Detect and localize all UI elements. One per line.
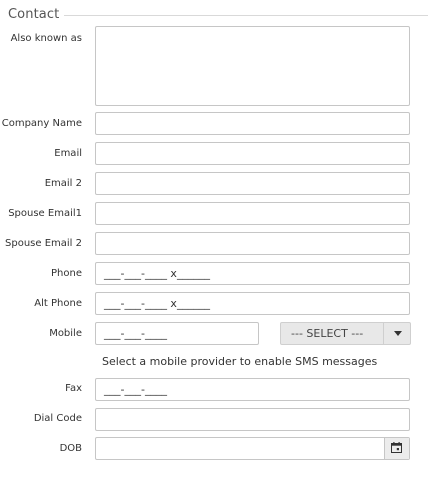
email-label: Email [54,148,82,159]
spouse-email2-input[interactable] [95,232,410,255]
spouse-email1-input[interactable] [95,202,410,225]
mobile-mask: ___-___-____ [104,327,167,340]
email-input[interactable] [95,142,410,165]
alt-phone-input[interactable]: ___-___-____ x______ [95,292,410,315]
alt-phone-label: Alt Phone [34,298,82,309]
spouse-email2-label: Spouse Email 2 [5,238,82,249]
also-known-as-textarea[interactable] [95,26,410,106]
dial-code-label: Dial Code [33,413,82,424]
fax-label: Fax [65,383,82,394]
dob-label: DOB [59,443,82,454]
section-title: Contact [8,7,60,22]
dob-calendar-button[interactable] [384,438,409,459]
company-name-input[interactable] [95,112,410,135]
email2-input[interactable] [95,172,410,195]
chevron-down-icon[interactable] [383,323,410,344]
dob-input[interactable] [95,437,410,460]
also-known-as-label: Also known as [10,33,82,44]
sms-hint-text: Select a mobile provider to enable SMS m… [102,355,378,368]
mobile-provider-selected: --- SELECT --- [291,327,364,340]
mobile-label: Mobile [49,328,82,339]
section-divider [64,15,428,16]
alt-phone-mask: ___-___-____ x______ [104,297,210,310]
fax-input[interactable]: ___-___-____ [95,378,410,401]
company-name-label: Company Name [1,118,82,129]
mobile-provider-select[interactable]: --- SELECT --- [280,322,411,345]
mobile-input[interactable]: ___-___-____ [95,322,259,345]
dial-code-input[interactable] [95,408,410,431]
calendar-icon [391,442,402,453]
fax-mask: ___-___-____ [104,383,167,396]
spouse-email1-label: Spouse Email1 [8,208,82,219]
phone-label: Phone [51,268,82,279]
phone-mask: ___-___-____ x______ [104,267,210,280]
phone-input[interactable]: ___-___-____ x______ [95,262,410,285]
email2-label: Email 2 [44,178,82,189]
